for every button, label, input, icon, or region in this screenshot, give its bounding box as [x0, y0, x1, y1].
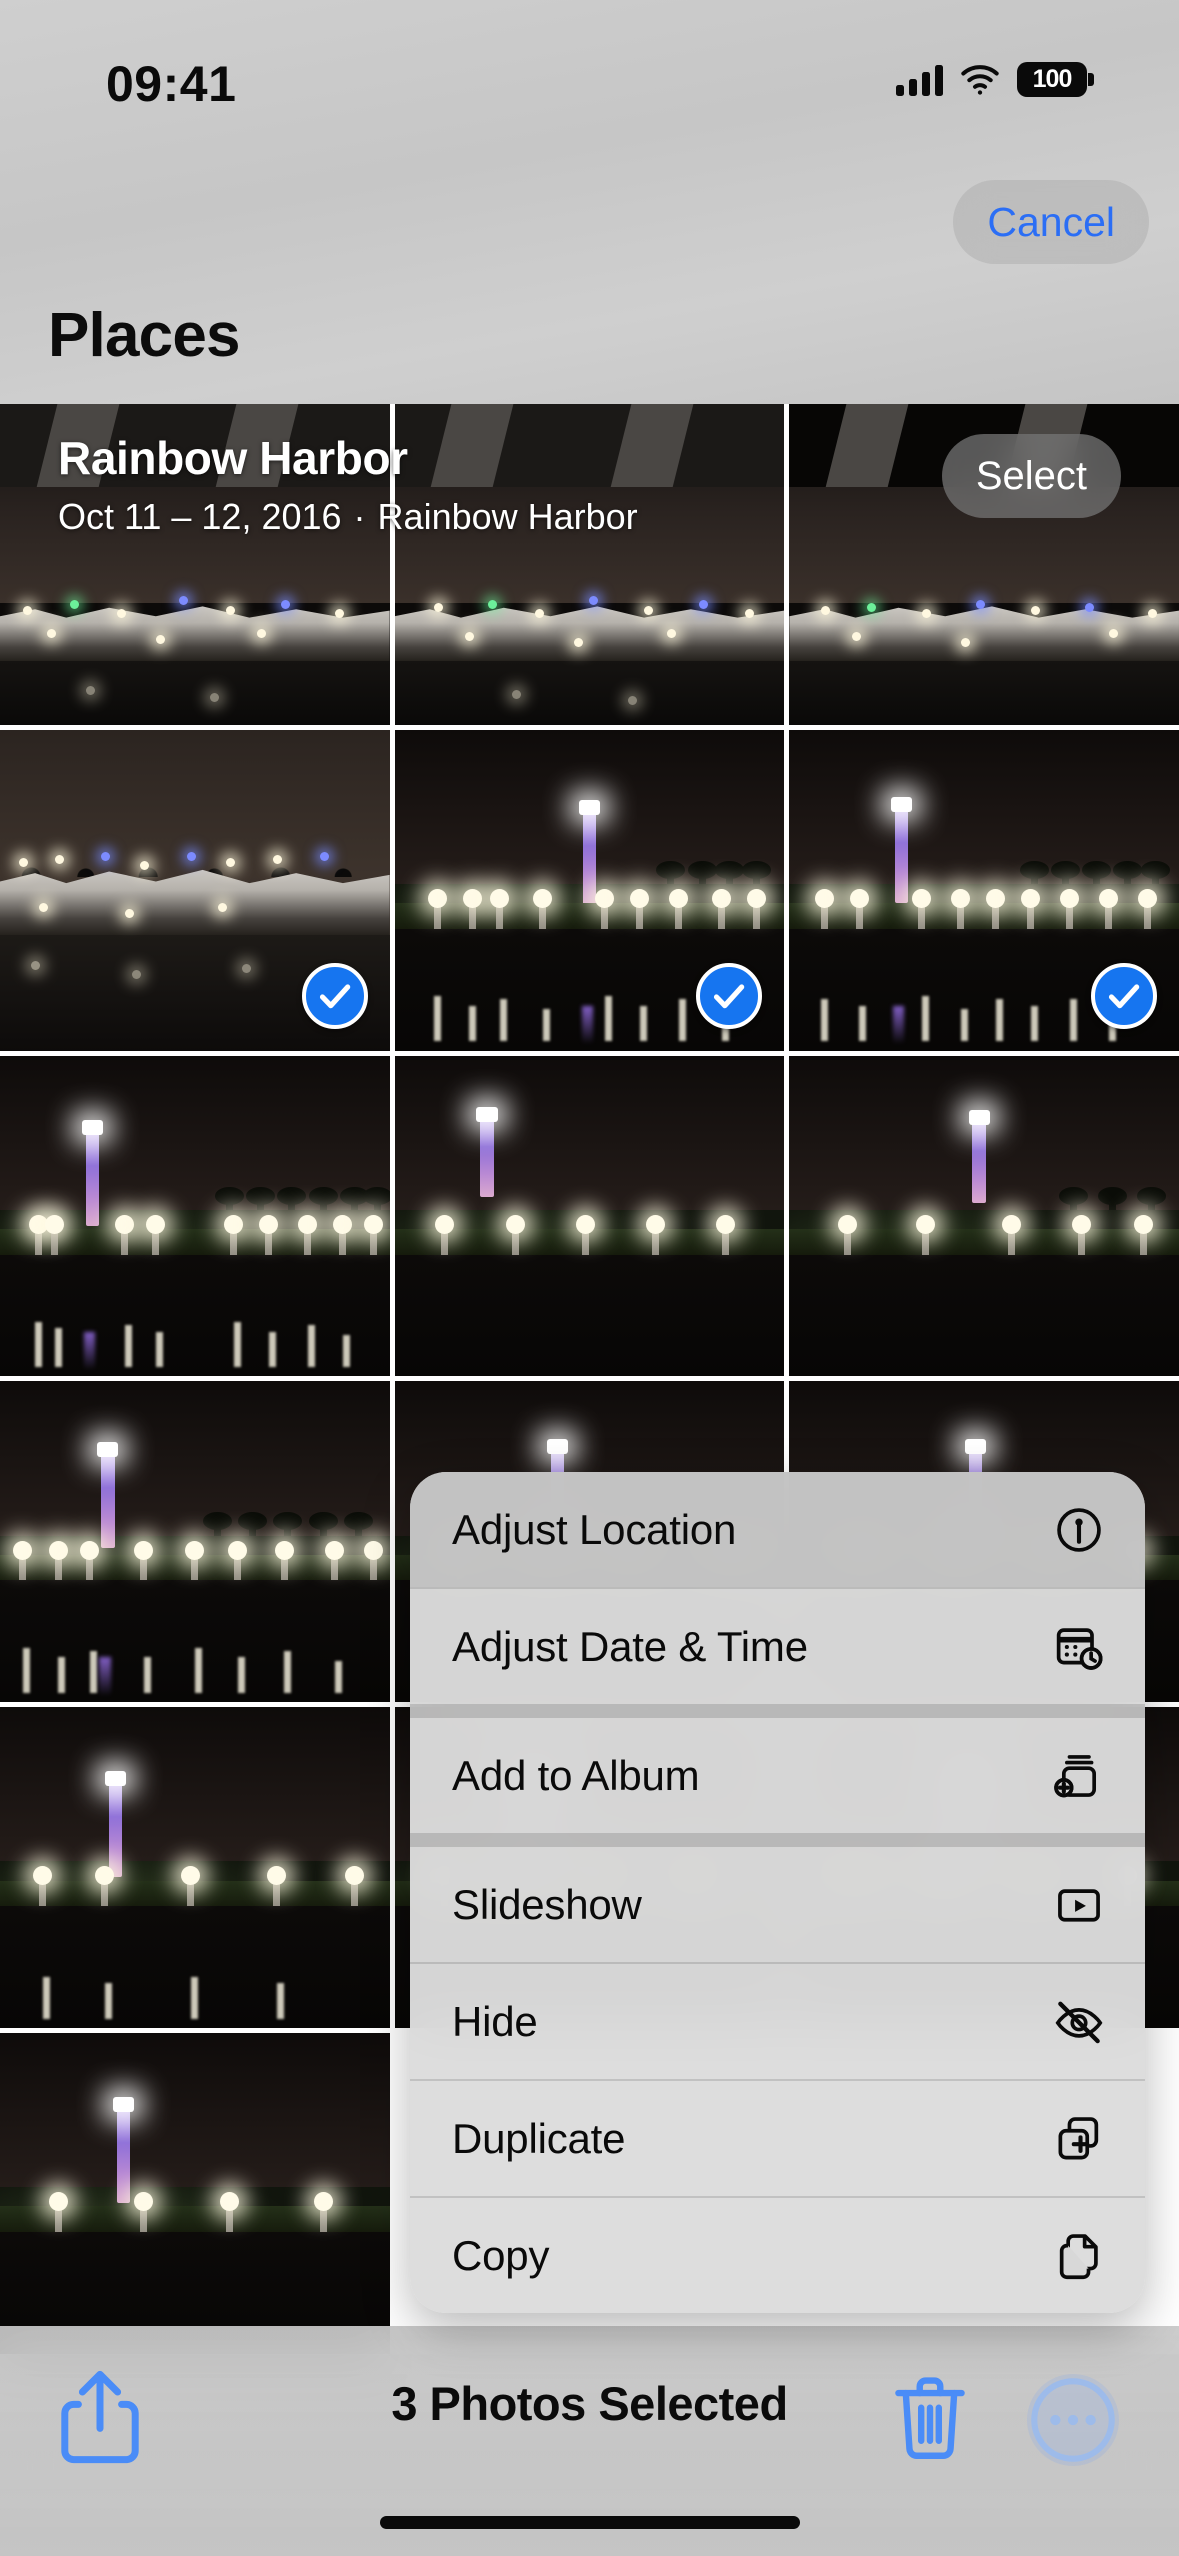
photo-lights: [0, 404, 390, 725]
plus-square-on-square-icon: [1051, 2111, 1107, 2167]
select-button[interactable]: Select: [941, 434, 1121, 518]
photo-cell[interactable]: [0, 1055, 390, 1377]
trash-icon: [895, 2377, 965, 2459]
photo-lights: [395, 404, 785, 725]
lighthouse-reflection: [83, 1331, 96, 1371]
menu-item-slideshow[interactable]: Slideshow: [410, 1847, 1145, 1962]
bottom-toolbar: 3 Photos Selected: [0, 2326, 1179, 2556]
eye-slash-icon: [1051, 1994, 1107, 2050]
rectangle-stack-plus-icon: [1051, 1748, 1107, 1804]
photo-cell[interactable]: [0, 2033, 390, 2354]
context-menu[interactable]: Adjust Location Adjust Date & Time Add t…: [410, 1472, 1145, 2313]
photo-cell[interactable]: [0, 729, 390, 1051]
lighthouse-lamp: [890, 797, 912, 812]
menu-item-duplicate[interactable]: Duplicate: [410, 2081, 1145, 2196]
lighthouse-tower: [894, 810, 908, 904]
lighthouse-lamp: [97, 1442, 119, 1458]
photo-cell[interactable]: [394, 404, 785, 725]
status-indicators: 100: [896, 62, 1094, 97]
menu-group-divider: [410, 1704, 1145, 1718]
menu-item-label: Add to Album: [452, 1751, 700, 1799]
lighthouse-tower: [116, 2110, 131, 2204]
wifi-icon: [961, 64, 999, 95]
menu-item-label: Slideshow: [452, 1880, 642, 1928]
selection-checkmark[interactable]: [696, 962, 763, 1029]
menu-group-divider: [410, 1833, 1145, 1847]
menu-group: Add to Album: [410, 1718, 1145, 1833]
status-time: 09:41: [106, 56, 237, 112]
photo-cell[interactable]: [394, 1055, 785, 1377]
menu-item-label: Adjust Location: [452, 1505, 737, 1553]
home-indicator: [379, 2516, 800, 2529]
lighthouse-reflection: [99, 1657, 112, 1696]
lighthouse-tower: [972, 1123, 986, 1204]
menu-item-label: Hide: [452, 1997, 538, 2045]
menu-group: Adjust Location Adjust Date & Time: [410, 1472, 1145, 1704]
photo-cell[interactable]: [0, 404, 390, 725]
lighthouse-tower: [582, 813, 597, 907]
navigation-bar: 09:41 100 Cancel Places: [0, 0, 1179, 404]
menu-item-label: Duplicate: [452, 2114, 626, 2162]
lighthouse-tower: [480, 1119, 494, 1197]
lighthouse-lamp: [546, 1439, 568, 1454]
photo-cell[interactable]: [394, 729, 785, 1051]
menu-item-add-to-album[interactable]: Add to Album: [410, 1718, 1145, 1833]
lighthouse-reflection: [892, 1005, 905, 1045]
photo-cell[interactable]: [0, 1381, 390, 1703]
lighthouse-lamp: [964, 1439, 986, 1454]
lighthouse-tower: [85, 1132, 99, 1226]
location-pin-circle-icon: [1051, 1502, 1107, 1558]
lighthouse-lamp: [578, 800, 600, 816]
calendar-clock-icon: [1051, 1619, 1107, 1675]
menu-group: Slideshow Hide Duplicate Copy: [410, 1847, 1145, 2313]
lighthouse-lamp: [105, 1771, 127, 1787]
page-title: Places: [48, 301, 241, 370]
cellular-signal-icon: [896, 64, 943, 96]
lighthouse-lamp: [476, 1106, 498, 1122]
status-bar: 09:41 100: [0, 0, 1179, 150]
lighthouse-lamp: [113, 2097, 135, 2113]
menu-item-label: Adjust Date & Time: [452, 1622, 808, 1670]
selection-checkmark[interactable]: [1090, 962, 1157, 1029]
menu-item-label: Copy: [452, 2231, 550, 2279]
lighthouse-tower: [109, 1784, 123, 1878]
lighthouse-reflection: [581, 1005, 594, 1045]
menu-item-adjust-date-time[interactable]: Adjust Date & Time: [410, 1589, 1145, 1704]
menu-item-adjust-location[interactable]: Adjust Location: [410, 1472, 1145, 1587]
lighthouse-lamp: [968, 1110, 990, 1125]
delete-button[interactable]: [886, 2368, 974, 2468]
lighthouse-tower: [101, 1455, 115, 1549]
play-rectangle-icon: [1051, 1877, 1107, 1933]
photo-cell[interactable]: [789, 1055, 1179, 1377]
menu-item-copy[interactable]: Copy: [410, 2198, 1145, 2313]
photo-cell[interactable]: [0, 1707, 390, 2029]
doc-on-doc-icon: [1051, 2228, 1107, 2284]
menu-item-hide[interactable]: Hide: [410, 1964, 1145, 2079]
selection-checkmark[interactable]: [301, 962, 368, 1029]
ellipsis-circle-icon: [1031, 2378, 1115, 2462]
battery-percent: 100: [1032, 65, 1073, 93]
photo-water: [394, 1254, 785, 1377]
lighthouse-lamp: [81, 1119, 103, 1135]
selected-count-label: 3 Photos Selected: [391, 2377, 788, 2430]
cancel-button[interactable]: Cancel: [953, 180, 1149, 264]
photo-water: [789, 1254, 1179, 1377]
photo-cell[interactable]: [789, 729, 1179, 1051]
battery-icon: 100: [1017, 62, 1094, 97]
more-options-button[interactable]: [1027, 2374, 1119, 2466]
